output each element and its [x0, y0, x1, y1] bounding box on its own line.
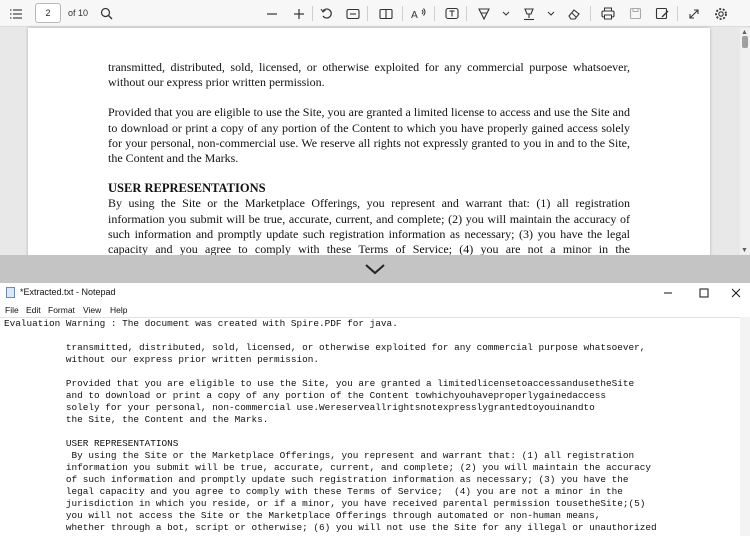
read-aloud-icon[interactable]: A: [410, 4, 428, 23]
zoom-out-icon[interactable]: [264, 4, 280, 23]
chevron-down-icon[interactable]: [545, 4, 557, 23]
search-icon[interactable]: [98, 4, 114, 23]
toolbar-divider: [677, 6, 678, 21]
pdf-page: transmitted, distributed, sold, licensed…: [28, 28, 710, 255]
chevron-down-icon[interactable]: [500, 4, 512, 23]
scrollbar-thumb[interactable]: [742, 36, 748, 48]
text-editor[interactable]: Evaluation Warning : The document was cr…: [0, 317, 750, 537]
toolbar-divider: [312, 6, 313, 21]
notepad-titlebar: *Extracted.txt - Notepad: [0, 283, 750, 302]
toolbar-divider: [466, 6, 467, 21]
menu-help[interactable]: Help: [110, 305, 127, 315]
pdf-text-body: transmitted, distributed, sold, licensed…: [108, 60, 630, 255]
scroll-up-icon[interactable]: ▲: [741, 29, 748, 36]
window-title: *Extracted.txt - Notepad: [20, 287, 116, 297]
toolbar-divider: [402, 6, 403, 21]
zoom-in-icon[interactable]: [291, 4, 307, 23]
notepad-icon: [6, 287, 15, 298]
editor-scrollbar[interactable]: [740, 317, 750, 536]
notepad-window: *Extracted.txt - Notepad File Edit Forma…: [0, 283, 750, 536]
menu-file[interactable]: File: [5, 305, 19, 315]
editor-text: Evaluation Warning : The document was cr…: [4, 318, 657, 533]
page-total: of 10: [68, 8, 89, 18]
page-number-input[interactable]: 2: [35, 3, 61, 23]
contents-icon[interactable]: [8, 4, 24, 23]
pdf-viewer: 2 of 10 A transmitted, distributed, sold…: [0, 0, 750, 255]
eraser-icon[interactable]: [566, 4, 582, 23]
highlight-icon[interactable]: [521, 4, 537, 23]
divider-bar: [0, 255, 750, 283]
save-icon[interactable]: [627, 4, 643, 23]
svg-text:A: A: [411, 10, 418, 20]
rotate-icon[interactable]: [318, 4, 334, 23]
expand-icon[interactable]: [686, 4, 702, 23]
menu-bar: File Edit Format View Help: [0, 303, 750, 317]
pdf-heading: USER REPRESENTATIONS: [108, 181, 266, 196]
pdf-toolbar: 2 of 10 A: [0, 0, 750, 27]
toolbar-divider: [434, 6, 435, 21]
maximize-button[interactable]: [686, 283, 722, 302]
close-button[interactable]: [718, 283, 750, 302]
scroll-down-icon[interactable]: ▼: [741, 247, 748, 254]
menu-format[interactable]: Format: [48, 305, 75, 315]
fit-page-icon[interactable]: [345, 4, 361, 23]
toolbar-divider: [590, 6, 591, 21]
chevron-down-icon: [365, 264, 385, 275]
pdf-paragraph: transmitted, distributed, sold, licensed…: [108, 60, 630, 90]
add-text-icon[interactable]: [444, 4, 460, 23]
menu-view[interactable]: View: [83, 305, 101, 315]
pdf-scrollbar[interactable]: ▲ ▼: [740, 28, 750, 255]
gear-icon[interactable]: [712, 4, 730, 23]
pdf-paragraph: Provided that you are eligible to use th…: [108, 105, 630, 166]
save-as-icon[interactable]: [654, 4, 670, 23]
draw-icon[interactable]: [476, 4, 492, 23]
page-view-icon[interactable]: [378, 4, 394, 23]
menu-edit[interactable]: Edit: [26, 305, 41, 315]
pdf-paragraph: By using the Site or the Marketplace Off…: [108, 196, 630, 255]
print-icon[interactable]: [600, 4, 616, 23]
minimize-button[interactable]: [650, 283, 686, 302]
toolbar-divider: [367, 6, 368, 21]
